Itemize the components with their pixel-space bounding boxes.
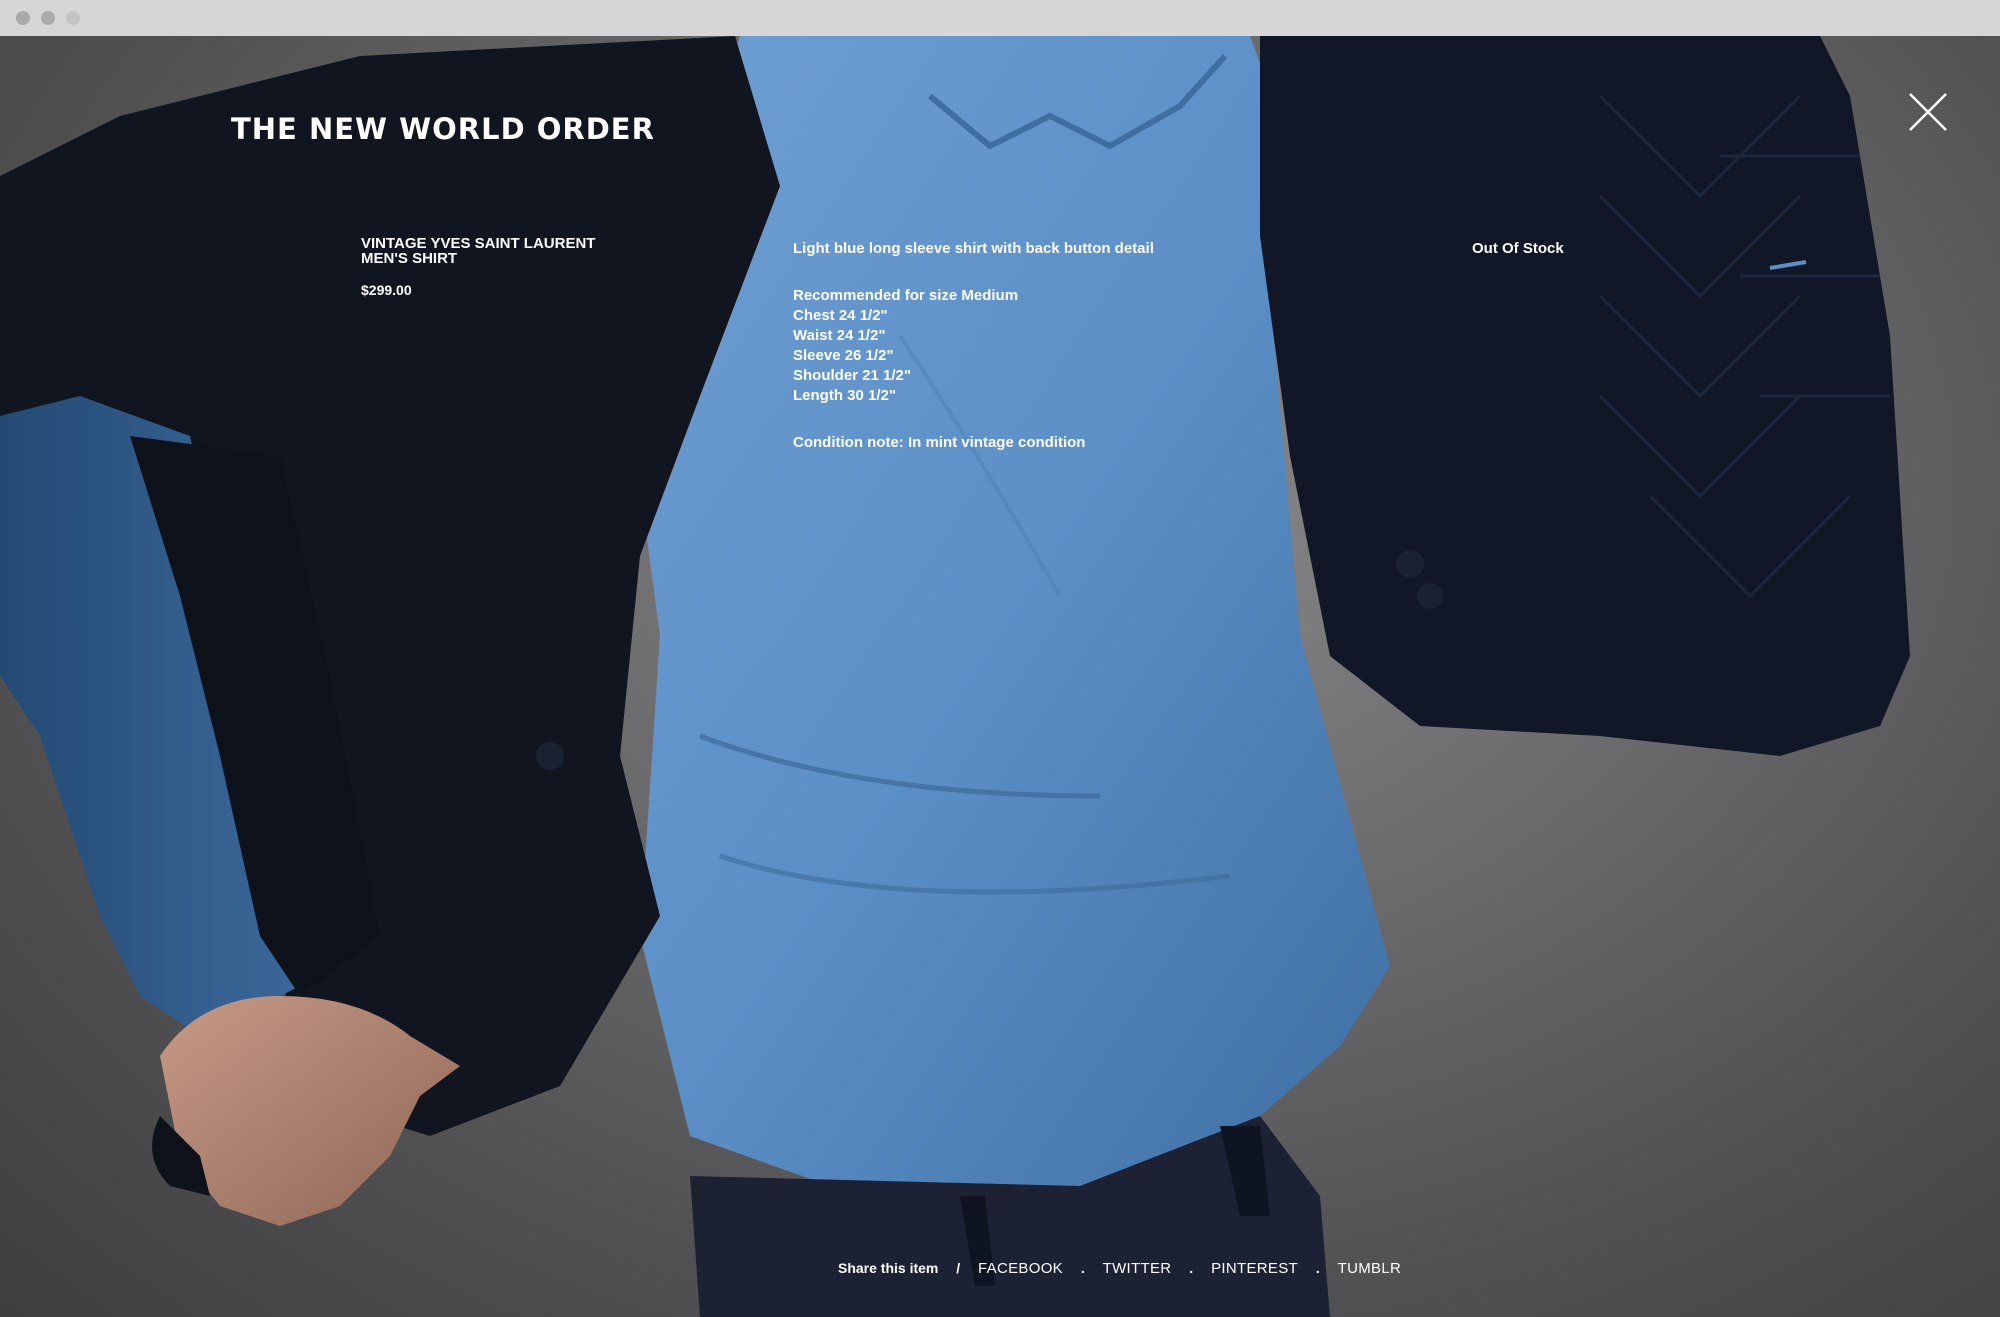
share-bar: Share this item / FACEBOOK . TWITTER . P… bbox=[838, 1260, 1401, 1277]
brand-logo[interactable]: THE NEW WORLD ORDER bbox=[231, 112, 655, 146]
window-minimize-dot[interactable] bbox=[41, 11, 55, 25]
product-photo bbox=[0, 36, 1910, 1317]
browser-window: THE NEW WORLD ORDER VINTAGE YVES SAINT L… bbox=[0, 0, 2000, 1317]
share-dot: . bbox=[1080, 1260, 1085, 1276]
window-titlebar bbox=[0, 0, 2000, 37]
share-separator: / bbox=[956, 1260, 961, 1276]
window-close-dot[interactable] bbox=[16, 11, 30, 25]
close-icon[interactable] bbox=[1906, 90, 1950, 134]
window-zoom-dot[interactable] bbox=[66, 11, 80, 25]
share-dot: . bbox=[1189, 1260, 1194, 1276]
share-pinterest-link[interactable]: PINTEREST bbox=[1211, 1260, 1298, 1277]
share-facebook-link[interactable]: FACEBOOK bbox=[978, 1260, 1063, 1277]
stock-status: Out Of Stock bbox=[1472, 240, 1564, 257]
measurement-shoulder: Shoulder 21 1/2" bbox=[793, 367, 911, 384]
share-tumblr-link[interactable]: TUMBLR bbox=[1338, 1260, 1401, 1277]
product-name: VINTAGE YVES SAINT LAURENT MEN'S SHIRT bbox=[361, 235, 596, 267]
share-dot: . bbox=[1315, 1260, 1320, 1276]
measurement-length: Length 30 1/2" bbox=[793, 387, 896, 404]
measurement-chest: Chest 24 1/2" bbox=[793, 307, 888, 324]
share-label: Share this item bbox=[838, 1260, 939, 1276]
measurement-sleeve: Sleeve 26 1/2" bbox=[793, 347, 894, 364]
product-lightbox: THE NEW WORLD ORDER VINTAGE YVES SAINT L… bbox=[0, 36, 2000, 1317]
share-twitter-link[interactable]: TWITTER bbox=[1103, 1260, 1172, 1277]
product-description: Light blue long sleeve shirt with back b… bbox=[793, 239, 1253, 453]
measurement-waist: Waist 24 1/2" bbox=[793, 327, 886, 344]
description-text: Light blue long sleeve shirt with back b… bbox=[793, 240, 1154, 257]
product-price: $299.00 bbox=[361, 282, 412, 298]
condition-note: Condition note: In mint vintage conditio… bbox=[793, 434, 1086, 451]
size-recommendation: Recommended for size Medium bbox=[793, 287, 1019, 304]
